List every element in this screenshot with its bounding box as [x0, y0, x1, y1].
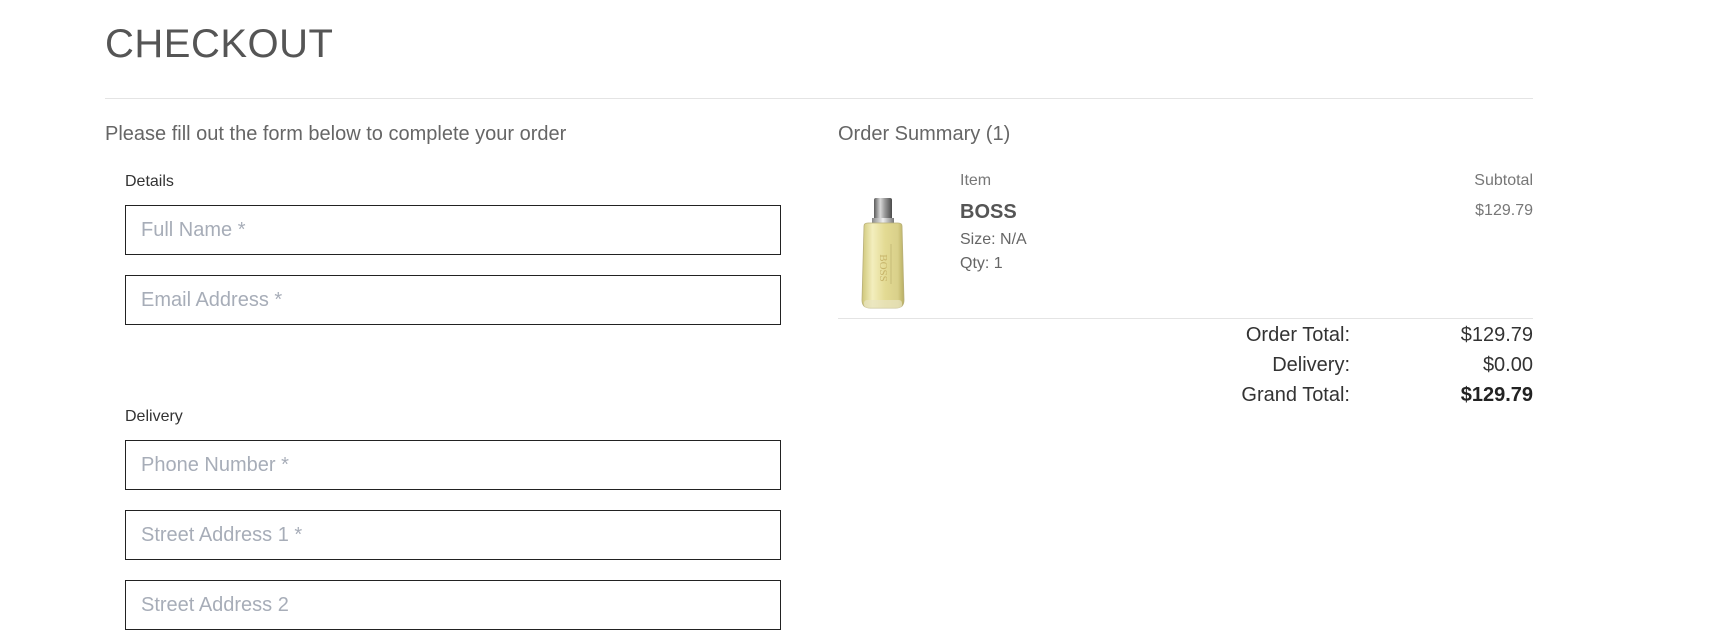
- details-section-label: Details: [125, 173, 174, 190]
- checkout-page: CHECKOUT Please fill out the form below …: [0, 0, 1735, 639]
- order-summary-title: Order Summary (1): [838, 123, 1011, 145]
- item-column-header: Item: [960, 172, 992, 189]
- product-qty: Qty: 1: [960, 255, 1003, 272]
- product-name: BOSS: [960, 201, 1017, 223]
- product-size: Size: N/A: [960, 231, 1027, 248]
- product-price: $129.79: [1475, 202, 1533, 219]
- svg-text:BOSS: BOSS: [877, 254, 889, 282]
- grand-total-value: $129.79: [1460, 384, 1533, 406]
- header-divider: [105, 98, 1533, 99]
- delivery-value: $0.00: [1482, 354, 1533, 376]
- page-title: CHECKOUT: [105, 22, 334, 66]
- subtotal-column-header: Subtotal: [1474, 172, 1533, 189]
- summary-divider: [838, 318, 1533, 319]
- order-total-value: $129.79: [1460, 324, 1533, 346]
- street-address-2-input[interactable]: [125, 580, 781, 630]
- delivery-section-label: Delivery: [125, 408, 183, 425]
- phone-input[interactable]: [125, 440, 781, 490]
- grand-total-label: Grand Total:: [1241, 384, 1350, 406]
- full-name-input[interactable]: [125, 205, 781, 255]
- order-total-label: Order Total:: [1245, 324, 1350, 346]
- street-address-1-input[interactable]: [125, 510, 781, 560]
- delivery-label: Delivery:: [1272, 354, 1350, 376]
- email-input[interactable]: [125, 275, 781, 325]
- form-intro-text: Please fill out the form below to comple…: [105, 123, 567, 145]
- perfume-bottle-image: BOSS: [850, 196, 916, 312]
